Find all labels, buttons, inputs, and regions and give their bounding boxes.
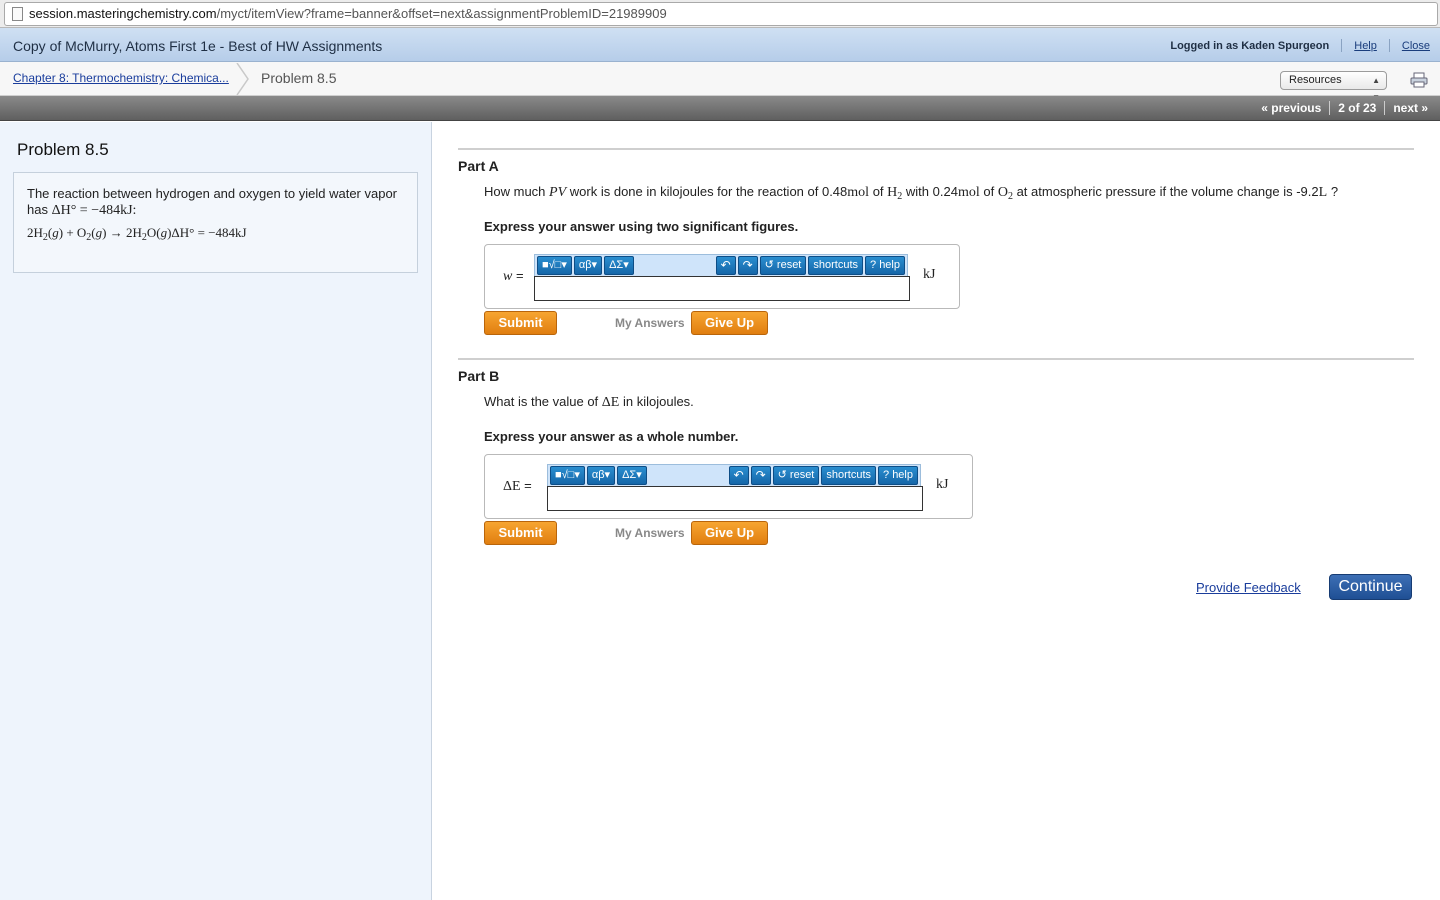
help-button[interactable]: ? help	[878, 466, 918, 485]
browser-url-bar: session.masteringchemistry.com/myct/item…	[0, 0, 1440, 28]
part-b-instruction: Express your answer as a whole number.	[484, 429, 739, 444]
problem-intro-text: The reaction between hydrogen and oxygen…	[27, 186, 398, 218]
answer-unit: kJ	[923, 267, 936, 282]
o2-formula: O2	[997, 185, 1013, 202]
login-status: Logged in as Kaden Spurgeon	[1170, 39, 1330, 52]
divider	[1388, 39, 1390, 52]
reset-button[interactable]: ↺ reset	[759, 256, 807, 275]
divider	[1341, 39, 1343, 52]
answer-variable: ΔE =	[503, 478, 532, 494]
problem-statement-box: The reaction between hydrogen and oxygen…	[13, 172, 418, 273]
course-banner: Copy of McMurry, Atoms First 1e - Best o…	[0, 28, 1440, 62]
part-b-title: Part B	[458, 368, 500, 384]
symbols-button[interactable]: ΔΣ▾	[604, 256, 634, 275]
reset-button[interactable]: ↺ reset	[772, 466, 820, 485]
problem-parts-pane: Part A How much PV work is done in kiloj…	[458, 122, 1414, 900]
greek-letters-button[interactable]: αβ▾	[573, 256, 603, 275]
url-path: /myct/itemView?frame=banner&offset=next&…	[216, 6, 667, 21]
print-icon[interactable]	[1410, 72, 1428, 88]
templates-button[interactable]: ■√□▾	[537, 256, 572, 275]
enthalpy-expression: ΔH° = −484kJ:	[51, 203, 137, 218]
part-b-answer-input[interactable]	[547, 486, 923, 511]
redo-icon[interactable]: ↷	[750, 466, 771, 485]
breadcrumb-chapter-link[interactable]: Chapter 8: Thermochemistry: Chemica...	[13, 71, 229, 85]
close-link[interactable]: Close	[1402, 40, 1430, 52]
shortcuts-button[interactable]: shortcuts	[821, 466, 877, 485]
resources-select[interactable]: Resources ▲▼	[1280, 71, 1387, 102]
part-b-my-answers: My Answers	[615, 526, 685, 540]
undo-icon[interactable]: ↶	[728, 466, 749, 485]
problem-position: 2 of 23	[1338, 101, 1377, 115]
part-a-answer-box: w = ■√□▾ αβ▾ ΔΣ▾ ↶ ↷ ↺ reset shortcuts ?…	[484, 244, 960, 309]
problem-intro-pane: Problem 8.5 The reaction between hydroge…	[0, 122, 432, 900]
resources-label: Resources	[1289, 74, 1342, 86]
h2-formula: H2	[887, 185, 903, 202]
breadcrumb-problem: Problem 8.5	[261, 70, 337, 86]
problem-title: Problem 8.5	[17, 140, 109, 159]
next-link[interactable]: next »	[1393, 101, 1428, 115]
divider	[1329, 101, 1331, 115]
symbols-button[interactable]: ΔΣ▾	[617, 466, 647, 485]
math-toolbar: ■√□▾ αβ▾ ΔΣ▾ ↶ ↷ ↺ reset shortcuts ? hel…	[547, 464, 921, 486]
part-a-answer-input[interactable]	[534, 276, 910, 301]
delta-e-symbol: ΔE	[601, 395, 620, 410]
greek-letters-button[interactable]: αβ▾	[586, 466, 616, 485]
part-a-give-up-button[interactable]: Give Up	[691, 311, 768, 335]
part-b-question: What is the value of ΔE in kilojoules.	[484, 394, 694, 410]
shortcuts-button[interactable]: shortcuts	[808, 256, 864, 275]
url-domain: session.masteringchemistry.com	[29, 6, 217, 21]
part-a-title: Part A	[458, 158, 499, 174]
part-b: Part B What is the value of ΔE in kilojo…	[458, 358, 1414, 545]
help-button[interactable]: ? help	[865, 256, 905, 275]
breadcrumb: Chapter 8: Thermochemistry: Chemica... P…	[0, 62, 1440, 102]
divider	[1384, 101, 1386, 115]
divider	[458, 358, 1414, 360]
reaction-equation: 2H2(g) + O2(g) → 2H2O(g)ΔH° = −484kJ	[27, 225, 247, 243]
part-b-submit-button[interactable]: Submit	[484, 521, 557, 545]
part-a: Part A How much PV work is done in kiloj…	[458, 148, 1414, 335]
help-link[interactable]: Help	[1354, 40, 1377, 52]
course-title: Copy of McMurry, Atoms First 1e - Best o…	[13, 38, 383, 54]
part-a-my-answers: My Answers	[615, 316, 685, 330]
continue-button[interactable]: Continue	[1329, 574, 1412, 600]
breadcrumb-chevron-icon	[236, 63, 249, 95]
templates-button[interactable]: ■√□▾	[550, 466, 585, 485]
previous-link[interactable]: « previous	[1261, 101, 1321, 115]
answer-variable: w =	[503, 268, 524, 284]
part-a-submit-button[interactable]: Submit	[484, 311, 557, 335]
banner-links: Logged in as Kaden Spurgeon Help Close	[1170, 39, 1430, 52]
assignment-nav: « previous 2 of 23 next »	[1261, 101, 1428, 115]
part-b-answer-box: ΔE = ■√□▾ αβ▾ ΔΣ▾ ↶ ↷ ↺ reset shortcuts …	[484, 454, 973, 519]
redo-icon[interactable]: ↷	[737, 256, 758, 275]
page-icon	[12, 7, 23, 21]
part-a-instruction: Express your answer using two significan…	[484, 219, 799, 234]
assignment-nav-bar: « previous 2 of 23 next »	[0, 96, 1440, 121]
provide-feedback-link[interactable]: Provide Feedback	[1196, 580, 1301, 595]
part-a-question: How much PV work is done in kilojoules f…	[484, 184, 1339, 202]
answer-unit: kJ	[936, 477, 949, 492]
divider	[458, 148, 1414, 150]
undo-icon[interactable]: ↶	[715, 256, 736, 275]
math-toolbar: ■√□▾ αβ▾ ΔΣ▾ ↶ ↷ ↺ reset shortcuts ? hel…	[534, 254, 908, 276]
url-field[interactable]: session.masteringchemistry.com/myct/item…	[4, 2, 1438, 26]
part-b-give-up-button[interactable]: Give Up	[691, 521, 768, 545]
